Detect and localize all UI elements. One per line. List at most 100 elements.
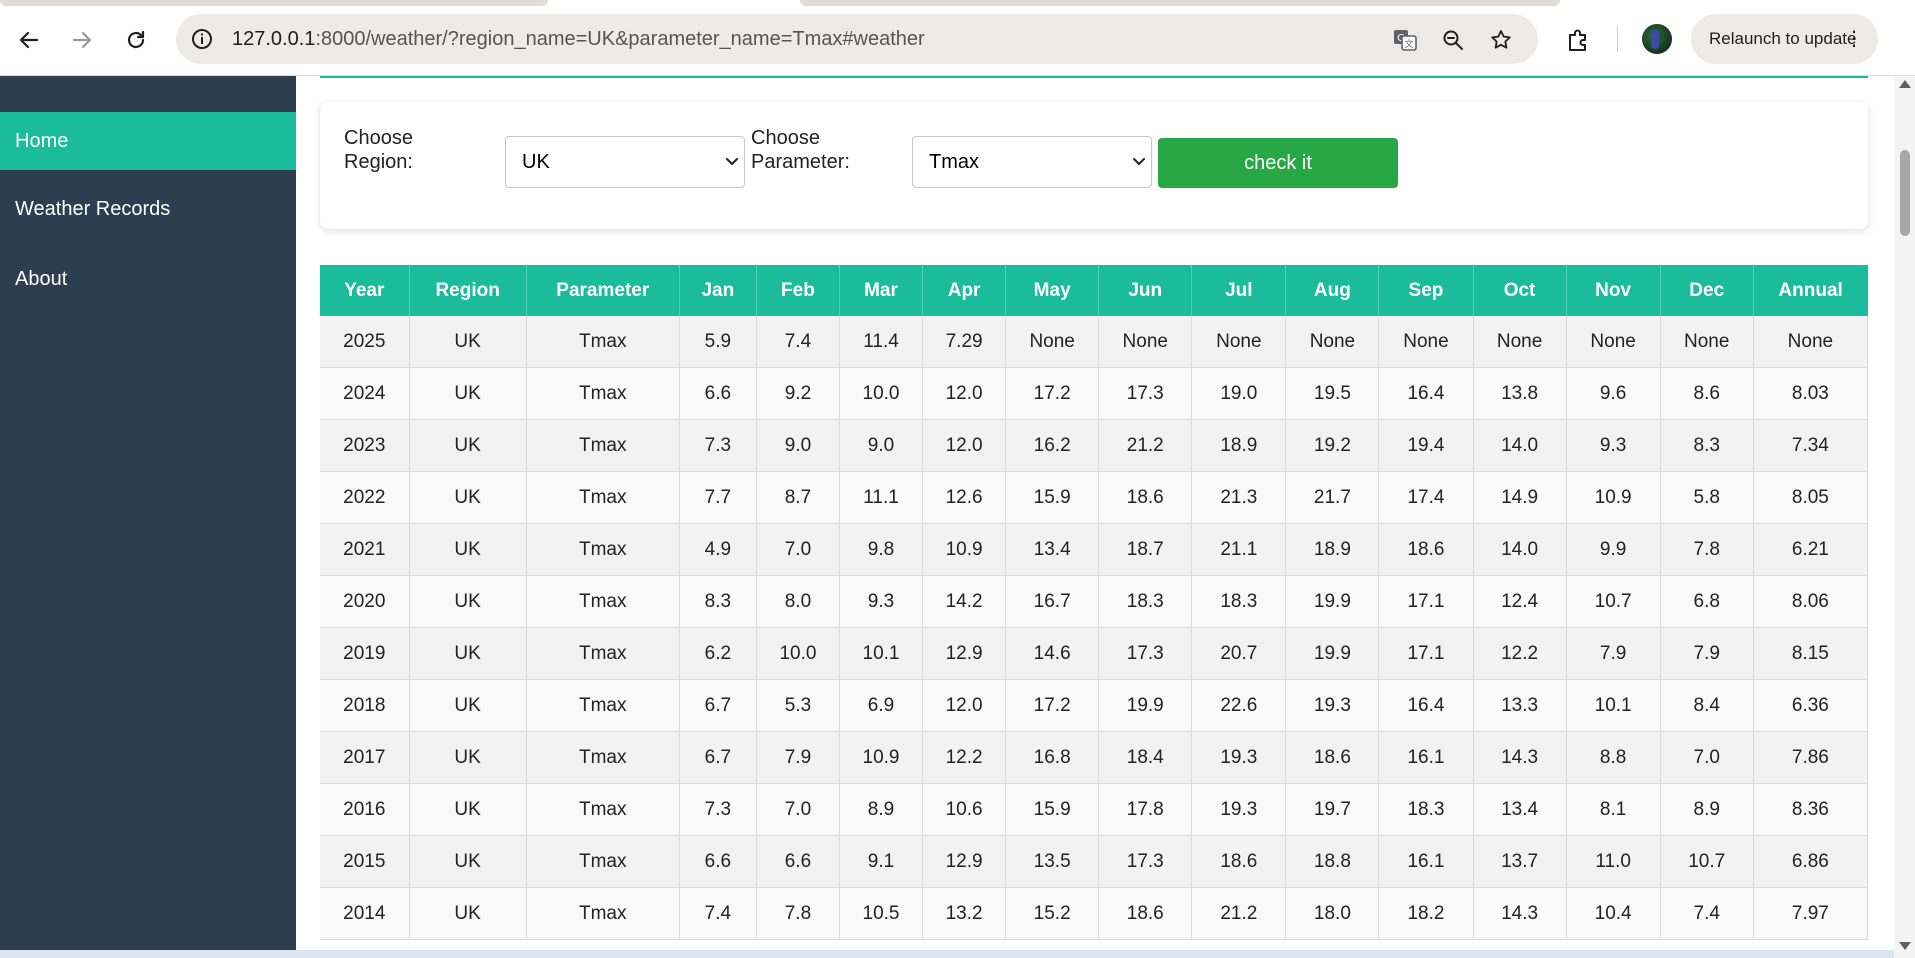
column-header: Oct xyxy=(1473,265,1567,316)
table-cell: 11.0 xyxy=(1566,835,1661,888)
table-cell: 17.3 xyxy=(1098,835,1193,888)
site-info-icon[interactable] xyxy=(190,27,214,51)
table-cell: 18.0 xyxy=(1285,887,1380,940)
table-cell: 16.4 xyxy=(1378,367,1474,420)
table-row: 2017 UK Tmax 6.7 7.9 10.9 12.2 16.8 18.4 19.3 18.6… xyxy=(320,731,1869,784)
table-row: 2021 UK Tmax 4.9 7.0 9.8 10.9 13.4 18.7 21.1 18.9 1… xyxy=(320,523,1869,576)
column-header: Sep xyxy=(1378,265,1474,316)
scrollbar-thumb[interactable] xyxy=(1900,150,1910,236)
region-label: Choose Region: xyxy=(344,127,413,173)
sidebar-item-home[interactable]: Home xyxy=(0,112,296,170)
table-cell: 7.0 xyxy=(756,783,840,836)
forward-button[interactable] xyxy=(64,22,100,58)
table-cell: 12.4 xyxy=(1473,575,1567,628)
table-cell: 8.7 xyxy=(756,471,840,524)
table-cell: 2023 xyxy=(320,419,410,472)
region-select-value: UK xyxy=(522,151,550,173)
table-row: 2025 UK Tmax 5.9 7.4 11.4 7.29 None None None None… xyxy=(320,316,1869,368)
filter-form: Choose Region: UK Choose Parameter: Tmax… xyxy=(320,102,1868,229)
region-select[interactable]: UK xyxy=(505,136,745,188)
extensions-button[interactable] xyxy=(1560,22,1596,58)
scroll-down-arrow-icon[interactable] xyxy=(1899,942,1911,950)
puzzle-icon xyxy=(1569,29,1586,51)
table-cell: 6.21 xyxy=(1753,523,1869,576)
page-scrollbar[interactable] xyxy=(1894,76,1915,958)
table-cell: 16.1 xyxy=(1378,731,1474,784)
table-row: 2014 UK Tmax 7.4 7.8 10.5 13.2 15.2 18.6 21.2 18.0… xyxy=(320,887,1869,940)
sidebar-item-about[interactable]: About xyxy=(0,250,296,308)
address-bar[interactable]: 127.0.0.1:8000/weather/?region_name=UK&p… xyxy=(176,14,1538,64)
table-cell: 14.3 xyxy=(1473,731,1567,784)
reload-button[interactable] xyxy=(118,22,154,58)
table-cell: 22.6 xyxy=(1191,679,1287,732)
table-cell: 10.5 xyxy=(839,887,924,940)
table-cell: 13.4 xyxy=(1473,783,1567,836)
table-cell: 15.9 xyxy=(1005,471,1100,524)
bookmark-star-icon[interactable] xyxy=(1488,27,1514,53)
table-row: 2020 UK Tmax 8.3 8.0 9.3 14.2 16.7 18.3 18.3 19.9 1… xyxy=(320,575,1869,628)
table-cell: 14.2 xyxy=(922,575,1007,628)
url-text[interactable]: 127.0.0.1:8000/weather/?region_name=UK&p… xyxy=(232,14,925,64)
table-cell: 2017 xyxy=(320,731,410,784)
table-cell: 6.86 xyxy=(1753,835,1869,888)
table-cell: 16.4 xyxy=(1378,679,1474,732)
sidebar-item-weather-records[interactable]: Weather Records xyxy=(0,180,296,238)
sidebar: Home Weather Records About xyxy=(0,76,296,958)
zoom-icon[interactable] xyxy=(1440,27,1466,53)
table-cell: 8.8 xyxy=(1566,731,1661,784)
table-cell: 16.1 xyxy=(1378,835,1474,888)
table-cell: 16.2 xyxy=(1005,419,1100,472)
relaunch-to-update-button[interactable]: Relaunch to update ⋮ xyxy=(1691,14,1878,64)
table-cell: None xyxy=(1473,316,1567,368)
back-arrow-icon xyxy=(19,31,39,49)
table-cell: 7.7 xyxy=(679,471,757,524)
table-cell: UK xyxy=(409,367,527,420)
table-cell: 2021 xyxy=(320,523,410,576)
table-cell: 10.9 xyxy=(1566,471,1661,524)
back-button[interactable] xyxy=(11,22,47,58)
table-cell: 10.1 xyxy=(1566,679,1661,732)
bottom-edge xyxy=(0,950,1894,958)
table-cell: 2020 xyxy=(320,575,410,628)
table-cell: 17.2 xyxy=(1005,367,1100,420)
table-cell: 18.9 xyxy=(1191,419,1287,472)
table-cell: 13.2 xyxy=(922,887,1007,940)
table-cell: 15.9 xyxy=(1005,783,1100,836)
column-header: Mar xyxy=(839,265,924,316)
table-cell: 10.0 xyxy=(839,367,924,420)
table-cell: 12.9 xyxy=(922,627,1007,680)
table-row: 2023 UK Tmax 7.3 9.0 9.0 12.0 16.2 21.2 18.9 19.2 1… xyxy=(320,419,1869,472)
parameter-select[interactable]: Tmax xyxy=(912,136,1152,188)
table-cell: 18.6 xyxy=(1378,523,1474,576)
table-cell: 10.7 xyxy=(1566,575,1661,628)
table-cell: Tmax xyxy=(526,316,680,368)
table-cell: 19.3 xyxy=(1285,679,1380,732)
table-cell: 8.05 xyxy=(1753,471,1869,524)
table-cell: 19.9 xyxy=(1098,679,1193,732)
table-cell: 2019 xyxy=(320,627,410,680)
table-cell: UK xyxy=(409,316,527,368)
toolbar-separator xyxy=(1617,26,1618,52)
chevron-down-icon xyxy=(726,158,738,165)
profile-avatar[interactable] xyxy=(1642,24,1672,54)
table-cell: 21.2 xyxy=(1098,419,1193,472)
table-cell: 7.4 xyxy=(679,887,757,940)
column-header: Aug xyxy=(1285,265,1380,316)
table-cell: 17.2 xyxy=(1005,679,1100,732)
table-cell: 9.1 xyxy=(839,835,924,888)
table-cell: 18.7 xyxy=(1098,523,1193,576)
table-cell: 10.1 xyxy=(839,627,924,680)
more-menu-icon[interactable]: ⋮ xyxy=(1844,14,1864,64)
table-cell: 8.3 xyxy=(1660,419,1754,472)
table-row: 2024 UK Tmax 6.6 9.2 10.0 12.0 17.2 17.3 19.0 19.5… xyxy=(320,367,1869,420)
table-cell: 9.3 xyxy=(1566,419,1661,472)
check-it-button[interactable]: check it xyxy=(1158,138,1398,188)
table-cell: 9.8 xyxy=(839,523,924,576)
translate-icon[interactable]: G 文 xyxy=(1392,27,1418,53)
table-cell: 10.0 xyxy=(756,627,840,680)
table-cell: 8.15 xyxy=(1753,627,1869,680)
scroll-up-arrow-icon[interactable] xyxy=(1899,80,1911,88)
table-cell: UK xyxy=(409,627,527,680)
table-cell: 12.0 xyxy=(922,419,1007,472)
table-cell: 8.06 xyxy=(1753,575,1869,628)
